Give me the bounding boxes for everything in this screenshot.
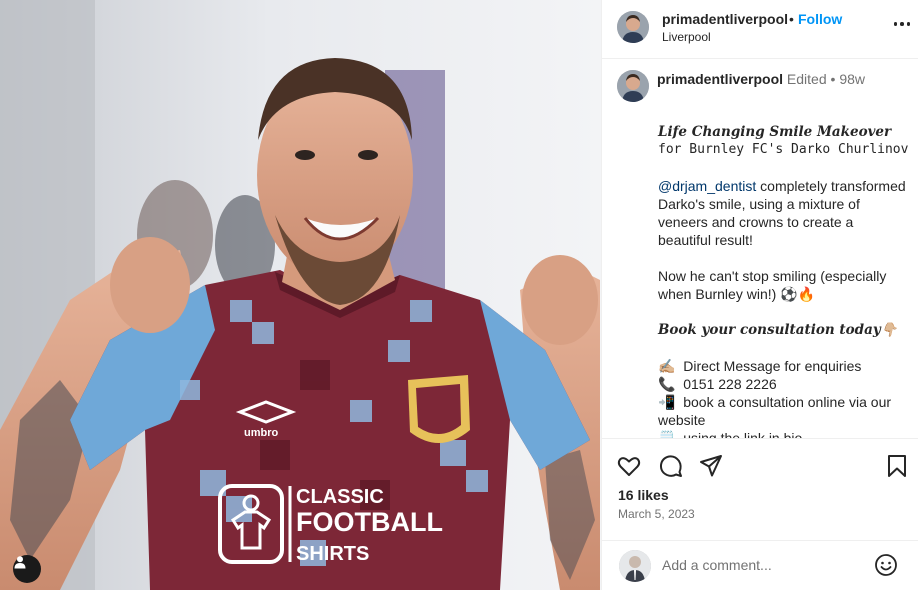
viewer-avatar: [619, 550, 651, 582]
notepad-icon: 🗒️: [658, 430, 676, 438]
caption-item-text: Direct Message for enquiries: [683, 358, 862, 374]
emoji-icon[interactable]: [874, 553, 898, 577]
caption-body-2: Now he can't stop smiling (especially wh…: [658, 268, 887, 302]
post-header: primadentliverpool • Follow Liverpool: [602, 0, 918, 59]
comment-icon[interactable]: [658, 453, 684, 479]
comment-input[interactable]: [662, 557, 862, 573]
caption-username[interactable]: primadentliverpool: [657, 71, 783, 87]
follow-button[interactable]: Follow: [798, 11, 842, 27]
bookmark-icon[interactable]: [884, 453, 910, 479]
caption-title: Life Changing Smile Makeover: [658, 124, 892, 140]
post-image[interactable]: umbro CLASSIC FOOTBALL SHIRTS: [0, 0, 601, 590]
likes-count[interactable]: 16 likes: [618, 487, 669, 503]
caption-subtitle: for Burnley FC's Darko Churlinov: [658, 142, 909, 157]
mention-link[interactable]: @drjam_dentist: [658, 178, 756, 194]
caption-item-text: book a consultation online via our websi…: [658, 394, 892, 428]
caption-item: 📲 book a consultation online via our web…: [658, 393, 910, 429]
phone-icon: 📞: [658, 376, 676, 392]
post-date[interactable]: March 5, 2023: [618, 507, 695, 521]
caption-item-text: 0151 228 2226: [683, 376, 777, 392]
caption-avatar[interactable]: [617, 70, 649, 102]
caption-item: 🗒️ using the link in bio: [658, 429, 910, 438]
header-separator: •: [789, 11, 794, 27]
caption-cta: Book your consultation today👇🏼: [658, 322, 898, 338]
caption-meta-separator: •: [830, 71, 836, 87]
post-side-panel: primadentliverpool • Follow Liverpool pr…: [601, 0, 918, 590]
pen-hand-icon: ✍🏼: [658, 358, 676, 374]
caption-scroll-area[interactable]: primadentliverpool Edited • 98w Life Cha…: [602, 58, 918, 438]
more-options-icon[interactable]: [888, 14, 916, 34]
sponsor-line-2: FOOTBALL: [296, 507, 443, 537]
caption-item-text: using the link in bio: [683, 430, 803, 438]
caption-header: primadentliverpool Edited • 98w: [657, 71, 865, 87]
avatar[interactable]: [617, 11, 649, 43]
umbro-logo-text: umbro: [244, 427, 279, 439]
heart-icon[interactable]: [616, 453, 642, 479]
caption-item: 📞 0151 228 2226: [658, 375, 910, 393]
post-location[interactable]: Liverpool: [662, 30, 711, 44]
mobile-phone-icon: 📲: [658, 394, 676, 410]
post-username[interactable]: primadentliverpool: [662, 11, 788, 27]
edited-label: Edited: [786, 71, 827, 87]
player-photo: umbro CLASSIC FOOTBALL SHIRTS: [0, 0, 601, 590]
instagram-post: umbro CLASSIC FOOTBALL SHIRTS primadentl…: [0, 0, 918, 590]
caption-item: ✍🏼 Direct Message for enquiries: [658, 357, 910, 375]
comment-bar: [602, 540, 918, 591]
caption-text: Life Changing Smile Makeover for Burnley…: [658, 123, 910, 438]
user-tag-icon[interactable]: [13, 555, 41, 583]
sponsor-line-1: CLASSIC: [296, 486, 384, 508]
sponsor-line-3: SHIRTS: [296, 543, 369, 565]
post-time-ago[interactable]: 98w: [839, 71, 865, 87]
action-bar: [602, 438, 918, 491]
caption-paragraph-1: @drjam_dentist completely transformed Da…: [658, 177, 910, 249]
share-icon[interactable]: [698, 453, 724, 479]
